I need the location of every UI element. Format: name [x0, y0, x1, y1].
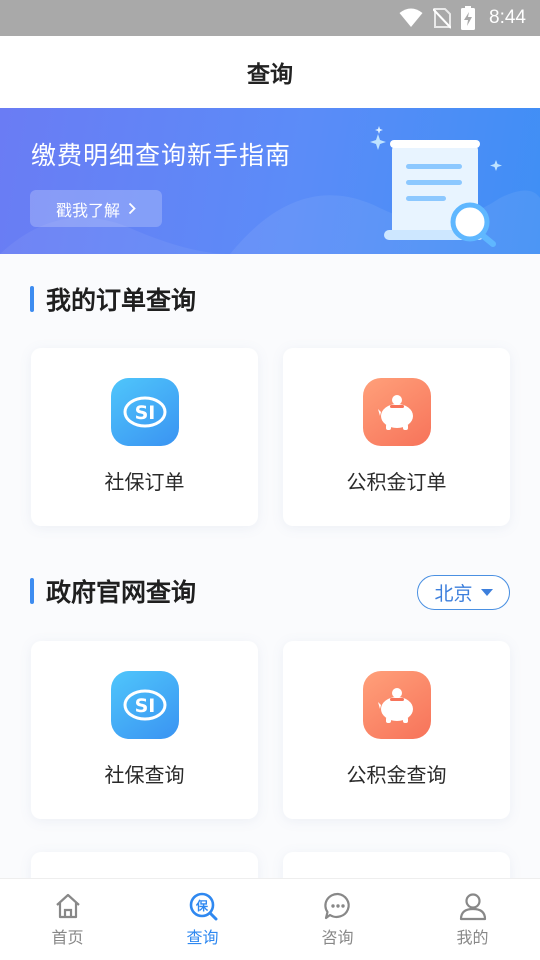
status-icons: 8:44: [399, 0, 526, 36]
tab-mine[interactable]: 我的: [405, 879, 540, 960]
tab-home[interactable]: 首页: [0, 879, 135, 960]
gov-section-title: 政府官网查询: [46, 578, 197, 607]
guide-banner[interactable]: 缴费明细查询新手指南 戳我了解: [0, 108, 540, 254]
tab-label: 首页: [51, 928, 84, 947]
svg-text:保: 保: [194, 898, 208, 913]
chevron-right-icon: [128, 202, 136, 215]
social-security-icon: SI: [111, 671, 179, 739]
no-sim-icon: [433, 8, 452, 29]
chat-icon: [323, 892, 350, 920]
tab-query[interactable]: 保 查询: [135, 879, 270, 960]
social-security-query-card[interactable]: SI 社保查询: [31, 641, 258, 819]
orders-section-header: 我的订单查询: [30, 279, 196, 319]
card-label: 公积金查询: [346, 763, 447, 787]
social-security-icon: SI: [111, 378, 179, 446]
section-marker: [30, 578, 34, 604]
piggy-bank-icon: [363, 378, 431, 446]
wifi-icon: [399, 8, 423, 27]
tab-label: 咨询: [321, 928, 354, 947]
page-title: 查询: [247, 62, 293, 88]
tab-label: 我的: [456, 928, 489, 947]
social-security-order-card[interactable]: SI 社保订单: [31, 348, 258, 526]
battery-charging-icon: [461, 6, 476, 30]
app-header: 查询: [0, 36, 540, 108]
svg-text:SI: SI: [135, 695, 156, 717]
tab-label: 查询: [186, 928, 219, 947]
status-bar: 8:44: [0, 0, 540, 36]
dropdown-caret-icon: [480, 589, 493, 596]
learn-more-label: 戳我了解: [55, 200, 120, 220]
housing-fund-query-card[interactable]: 公积金查询: [283, 641, 510, 819]
query-icon: 保: [189, 892, 217, 921]
orders-section-title: 我的订单查询: [46, 286, 197, 315]
svg-text:SI: SI: [135, 402, 156, 424]
learn-more-button[interactable]: 戳我了解: [30, 190, 162, 227]
banner-title: 缴费明细查询新手指南: [31, 141, 292, 170]
home-icon: [55, 893, 80, 919]
user-icon: [459, 893, 486, 921]
card-label: 社保订单: [104, 470, 185, 494]
section-marker: [30, 286, 34, 312]
card-label: 公积金订单: [346, 470, 447, 494]
tab-consult[interactable]: 咨询: [270, 879, 405, 960]
card-label: 社保查询: [104, 763, 185, 787]
document-search-icon: [370, 126, 502, 247]
gov-section-header: 政府官网查询: [30, 571, 196, 611]
status-time: 8:44: [489, 7, 526, 28]
city-value: 北京: [434, 583, 473, 605]
housing-fund-order-card[interactable]: 公积金订单: [283, 348, 510, 526]
bottom-tab-bar: 首页 保 查询 咨询 我的: [0, 878, 540, 960]
city-selector[interactable]: 北京: [417, 575, 510, 610]
piggy-bank-icon: [363, 671, 431, 739]
